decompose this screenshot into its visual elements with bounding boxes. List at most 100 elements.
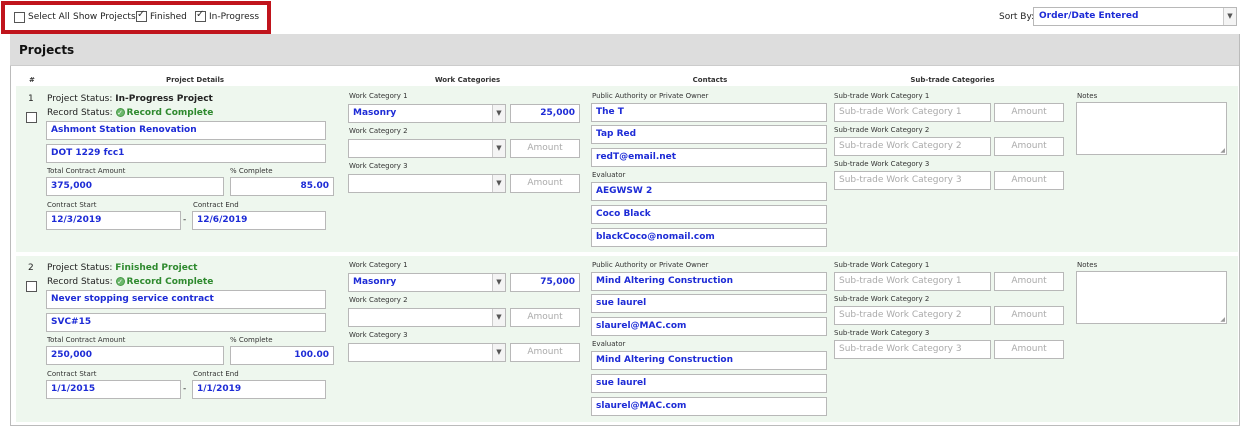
subtrade-amount-2-field[interactable]: Amount <box>994 306 1064 325</box>
subtrade-3-field[interactable]: Sub-trade Work Category 3 <box>834 171 991 190</box>
project-status-label: Project Status: Finished Project <box>47 263 198 273</box>
percent-complete-field[interactable]: 85.00 <box>230 177 334 196</box>
chevron-down-icon[interactable]: ▼ <box>492 105 505 122</box>
notes-label: Notes <box>1077 261 1098 269</box>
project-status-value: In-Progress Project <box>115 94 213 104</box>
subtrade-1-label: Sub-trade Work Category 1 <box>834 92 930 100</box>
work-category-1-value: Masonry <box>353 277 397 287</box>
chevron-down-icon[interactable]: ▼ <box>492 140 505 157</box>
subtrade-3-label: Sub-trade Work Category 3 <box>834 329 930 337</box>
work-amount-3-field[interactable]: Amount <box>510 343 580 362</box>
subtrade-amount-3-field[interactable]: Amount <box>994 171 1064 190</box>
work-amount-1-field[interactable]: 75,000 <box>510 273 580 292</box>
work-category-3-label: Work Category 3 <box>349 331 408 339</box>
work-category-1-select[interactable]: Masonry ▼ <box>348 104 506 123</box>
evaluator-name-field[interactable]: AEGWSW 2 <box>591 182 827 201</box>
subtrade-2-label: Sub-trade Work Category 2 <box>834 295 930 303</box>
in-progress-checkbox[interactable] <box>195 9 206 22</box>
notes-textarea[interactable]: ◢ <box>1076 271 1227 324</box>
work-category-1-select[interactable]: Masonry ▼ <box>348 273 506 292</box>
contract-end-label: Contract End <box>193 201 239 209</box>
evaluator-name-field[interactable]: Mind Altering Construction <box>591 351 827 370</box>
sort-by-label: Sort By: <box>999 12 1035 22</box>
total-contract-field[interactable]: 250,000 <box>46 346 224 365</box>
select-all-checkbox[interactable] <box>14 12 25 23</box>
owner-name-field[interactable]: The T <box>591 103 827 122</box>
work-category-2-select[interactable]: ▼ <box>348 139 506 158</box>
check-circle-icon: ✓ <box>115 277 125 286</box>
chevron-down-icon[interactable]: ▼ <box>492 175 505 192</box>
subtrade-amount-1-field[interactable]: Amount <box>994 103 1064 122</box>
total-contract-label: Total Contract Amount <box>47 336 126 344</box>
panel-title: Projects <box>19 43 75 57</box>
work-amount-3-field[interactable]: Amount <box>510 174 580 193</box>
subtrade-2-field[interactable]: Sub-trade Work Category 2 <box>834 306 991 325</box>
work-amount-2-field[interactable]: Amount <box>510 308 580 327</box>
subtrade-2-field[interactable]: Sub-trade Work Category 2 <box>834 137 991 156</box>
project-code-field[interactable]: DOT 1229 fcc1 <box>46 144 326 163</box>
record-status-label: Record Status: ✓ Record Complete <box>47 108 214 118</box>
chevron-down-icon[interactable]: ▼ <box>1223 8 1236 25</box>
contract-start-label: Contract Start <box>47 201 97 209</box>
subtrade-3-field[interactable]: Sub-trade Work Category 3 <box>834 340 991 359</box>
percent-complete-field[interactable]: 100.00 <box>230 346 334 365</box>
col-header-num: # <box>29 76 35 84</box>
owner-contact-field[interactable]: sue laurel <box>591 294 827 313</box>
contract-start-field[interactable]: 12/3/2019 <box>46 211 181 230</box>
owner-email-field[interactable]: redT@email.net <box>591 148 827 167</box>
chevron-down-icon[interactable]: ▼ <box>492 309 505 326</box>
chevron-down-icon[interactable]: ▼ <box>492 344 505 361</box>
row-select-checkbox[interactable] <box>26 112 37 123</box>
work-amount-1-field[interactable]: 25,000 <box>510 104 580 123</box>
subtrade-amount-3-field[interactable]: Amount <box>994 340 1064 359</box>
chevron-down-icon[interactable]: ▼ <box>492 274 505 291</box>
work-category-3-select[interactable]: ▼ <box>348 174 506 193</box>
evaluator-email-field[interactable]: slaurel@MAC.com <box>591 397 827 416</box>
work-category-3-label: Work Category 3 <box>349 162 408 170</box>
subtrade-3-label: Sub-trade Work Category 3 <box>834 160 930 168</box>
evaluator-email-field[interactable]: blackCoco@nomail.com <box>591 228 827 247</box>
contract-end-field[interactable]: 12/6/2019 <box>192 211 326 230</box>
record-status-value: Record Complete <box>126 277 214 287</box>
work-category-2-select[interactable]: ▼ <box>348 308 506 327</box>
finished-label: Finished <box>150 12 187 22</box>
select-all-label: Select All <box>28 12 70 22</box>
evaluator-label: Evaluator <box>592 171 626 179</box>
record-status-value: Record Complete <box>126 108 214 118</box>
row-number: 1 <box>28 94 34 104</box>
subtrade-1-field[interactable]: Sub-trade Work Category 1 <box>834 103 991 122</box>
percent-complete-label: % Complete <box>230 336 273 344</box>
work-category-1-value: Masonry <box>353 108 397 118</box>
subtrade-1-field[interactable]: Sub-trade Work Category 1 <box>834 272 991 291</box>
work-category-2-label: Work Category 2 <box>349 296 408 304</box>
owner-email-field[interactable]: slaurel@MAC.com <box>591 317 827 336</box>
owner-label: Public Authority or Private Owner <box>592 261 709 269</box>
row-select-checkbox[interactable] <box>26 281 37 292</box>
total-contract-label: Total Contract Amount <box>47 167 126 175</box>
resize-grip-icon[interactable]: ◢ <box>1220 147 1225 154</box>
subtrade-amount-1-field[interactable]: Amount <box>994 272 1064 291</box>
project-name-field[interactable]: Ashmont Station Renovation <box>46 121 326 140</box>
finished-checkbox[interactable] <box>136 9 147 22</box>
total-contract-field[interactable]: 375,000 <box>46 177 224 196</box>
work-amount-2-field[interactable]: Amount <box>510 139 580 158</box>
sort-by-select[interactable]: Order/Date Entered ▼ <box>1033 7 1237 26</box>
col-header-details: Project Details <box>165 76 225 84</box>
notes-textarea[interactable]: ◢ <box>1076 102 1227 155</box>
evaluator-contact-field[interactable]: Coco Black <box>591 205 827 224</box>
project-code-field[interactable]: SVC#15 <box>46 313 326 332</box>
subtrade-amount-2-field[interactable]: Amount <box>994 137 1064 156</box>
record-status-label: Record Status: ✓ Record Complete <box>47 277 214 287</box>
evaluator-contact-field[interactable]: sue laurel <box>591 374 827 393</box>
evaluator-label: Evaluator <box>592 340 626 348</box>
resize-grip-icon[interactable]: ◢ <box>1220 316 1225 323</box>
project-name-field[interactable]: Never stopping service contract <box>46 290 326 309</box>
subtrade-2-label: Sub-trade Work Category 2 <box>834 126 930 134</box>
owner-name-field[interactable]: Mind Altering Construction <box>591 272 827 291</box>
work-category-1-label: Work Category 1 <box>349 261 408 269</box>
work-category-3-select[interactable]: ▼ <box>348 343 506 362</box>
contract-start-field[interactable]: 1/1/2015 <box>46 380 181 399</box>
subtrade-1-label: Sub-trade Work Category 1 <box>834 261 930 269</box>
contract-end-field[interactable]: 1/1/2019 <box>192 380 326 399</box>
owner-contact-field[interactable]: Tap Red <box>591 125 827 144</box>
